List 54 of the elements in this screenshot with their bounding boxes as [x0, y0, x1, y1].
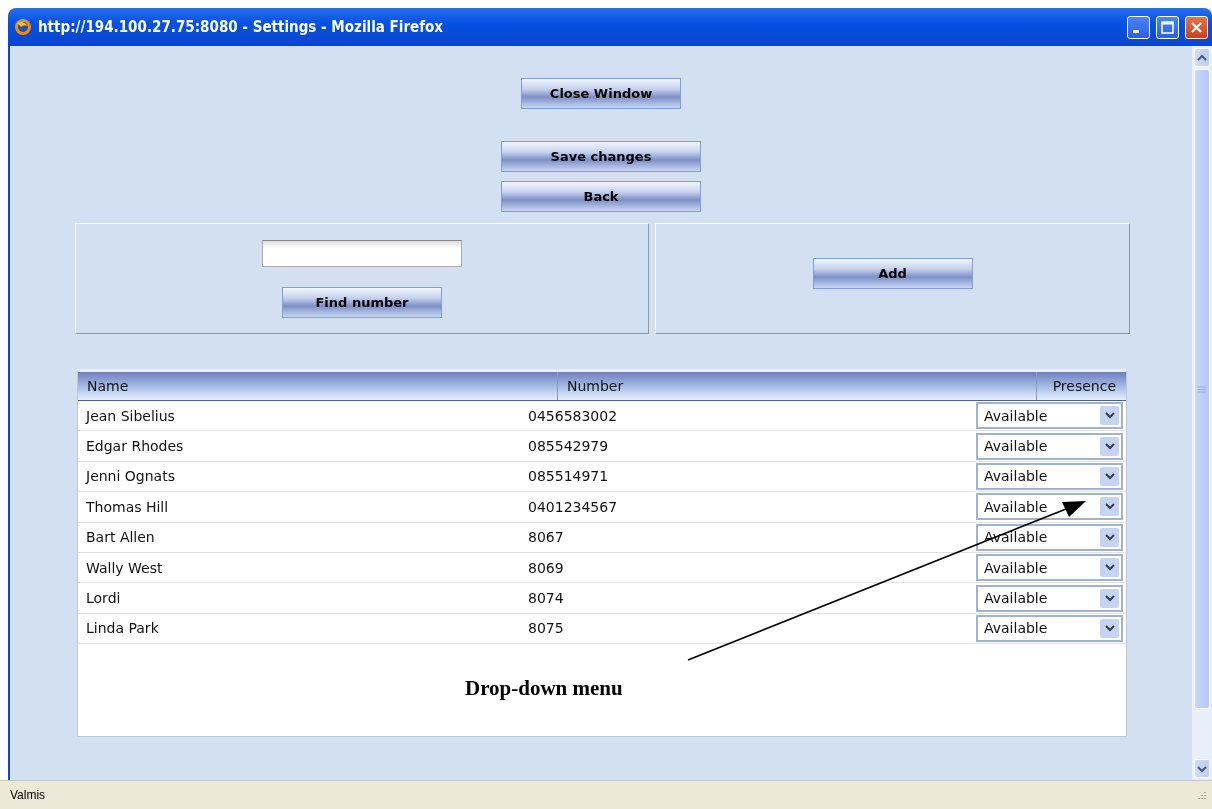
save-changes-button[interactable]: Save changes: [501, 141, 701, 172]
window-title: http://194.100.27.75:8080 - Settings - Mozilla Firefox: [38, 18, 445, 36]
chevron-down-icon: [1100, 618, 1119, 638]
presence-dropdown[interactable]: Available: [976, 402, 1123, 430]
name-cell-text: Jean Sibelius: [84, 407, 176, 424]
scroll-up-icon[interactable]: [1194, 48, 1210, 67]
maximize-icon: [1160, 19, 1175, 35]
chevron-down-icon: [1100, 527, 1119, 547]
browser-logo-icon: [14, 18, 32, 36]
chevron-down-icon: [1100, 497, 1119, 517]
close-button[interactable]: [1185, 15, 1208, 39]
vertical-scrollbar[interactable]: [1192, 46, 1212, 780]
chevron-down-icon: [1100, 588, 1119, 608]
name-cell-text: Linda Park: [85, 620, 160, 637]
number-input-field[interactable]: [262, 240, 462, 267]
add-button[interactable]: Add: [812, 257, 973, 289]
column-header[interactable]: Presence: [1036, 372, 1126, 400]
name-cell-text: Lordi: [85, 590, 122, 607]
find-number-button[interactable]: Find number: [282, 287, 442, 318]
chevron-down-icon: [1100, 466, 1119, 486]
status-text: Valmis: [10, 788, 46, 802]
number-cell-text: 0456583002: [528, 407, 619, 424]
number-cell-text: 085542979: [528, 438, 610, 455]
chevron-down-icon: [1100, 436, 1119, 456]
presence-dropdown[interactable]: Available: [976, 493, 1123, 521]
name-cell-text: Jenni Ognats: [84, 468, 176, 485]
grip-icon: [1198, 385, 1206, 393]
number-cell-text: 8067: [528, 529, 565, 546]
back-button[interactable]: Back: [501, 181, 701, 212]
chevron-down-icon: [1100, 406, 1119, 426]
close-window-button[interactable]: Close Window: [521, 78, 681, 109]
name-cell-text: Wally West: [85, 559, 164, 576]
presence-dropdown[interactable]: Available: [976, 462, 1123, 490]
name-cell-text: Bart Allen: [85, 529, 156, 546]
name-cell-text: Thomas Hill: [85, 498, 170, 515]
presence-dropdown[interactable]: Available: [976, 554, 1123, 582]
column-header[interactable]: Name: [78, 372, 558, 400]
number-cell-text: 8074: [528, 590, 565, 607]
number-cell-text: 085514971: [528, 468, 610, 485]
scroll-down-icon[interactable]: [1194, 759, 1210, 778]
minimize-button[interactable]: [1127, 15, 1150, 39]
number-cell-text: 8069: [528, 559, 565, 576]
chevron-down-icon: [1100, 558, 1119, 578]
annotation-label: Drop-down menu: [465, 676, 623, 701]
presence-dropdown[interactable]: Available: [976, 584, 1123, 612]
name-cell-text: Edgar Rhodes: [85, 438, 185, 455]
column-header[interactable]: Number: [558, 372, 1036, 400]
presence-dropdown[interactable]: Available: [976, 614, 1123, 642]
number-cell-text: 8075: [528, 620, 565, 637]
presence-dropdown[interactable]: Available: [976, 432, 1123, 460]
number-cell-text: 0401234567: [528, 498, 619, 515]
minimize-icon: [1132, 29, 1139, 33]
close-icon: [1189, 19, 1204, 35]
maximize-button[interactable]: [1156, 15, 1179, 39]
